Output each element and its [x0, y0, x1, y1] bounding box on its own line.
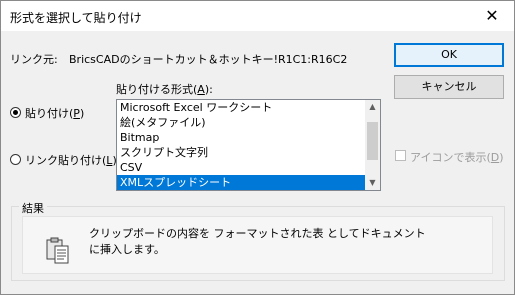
display-as-icon-label: アイコンで表示(D)	[410, 151, 504, 164]
format-item-selected[interactable]: XMLスプレッドシート	[117, 175, 380, 190]
title-bar: 形式を選択して貼り付け ✕	[1, 1, 514, 31]
list-scrollbar[interactable]: ▲ ▼	[365, 100, 380, 190]
format-item[interactable]: Bitmap	[117, 130, 380, 145]
link-source-label: リンク元:	[10, 53, 58, 66]
format-label: 貼り付ける形式(A):	[116, 83, 213, 96]
scroll-thumb[interactable]	[367, 122, 378, 160]
close-icon[interactable]: ✕	[470, 1, 514, 31]
dialog-title: 形式を選択して貼り付け	[10, 11, 142, 25]
format-item[interactable]: スクリプト文字列	[117, 145, 380, 160]
cancel-button[interactable]: キャンセル	[394, 75, 504, 99]
link-source-value: BricsCADのショートカット＆ホットキー!R1C1:R16C2	[69, 53, 348, 66]
format-listbox[interactable]: Microsoft Excel ワークシート 絵(メタファイル) Bitmap …	[116, 99, 381, 191]
scroll-up-icon[interactable]: ▲	[365, 100, 380, 114]
display-as-icon-box[interactable]	[395, 150, 406, 161]
radio-paste-link-button[interactable]	[10, 154, 21, 165]
format-item[interactable]: Microsoft Excel ワークシート	[117, 100, 380, 115]
scroll-down-icon[interactable]: ▼	[365, 176, 380, 190]
radio-paste-link-label[interactable]: リンク貼り付け(L)	[25, 152, 117, 168]
result-group-label: 結果	[19, 200, 47, 216]
result-description-line1: クリップボードの内容を フォーマットされた表 としてドキュメント	[89, 227, 426, 240]
radio-paste-label[interactable]: 貼り付け(P)	[25, 105, 84, 121]
format-item[interactable]: CSV	[117, 160, 380, 175]
format-item[interactable]: 絵(メタファイル)	[117, 115, 380, 130]
result-description-line2: に挿入します。	[89, 243, 165, 256]
ok-button[interactable]: OK	[394, 43, 504, 67]
paste-special-dialog: 形式を選択して貼り付け ✕ リンク元: BricsCADのショートカット＆ホット…	[0, 0, 515, 295]
radio-paste-button[interactable]	[10, 107, 21, 118]
clipboard-icon	[46, 237, 69, 264]
